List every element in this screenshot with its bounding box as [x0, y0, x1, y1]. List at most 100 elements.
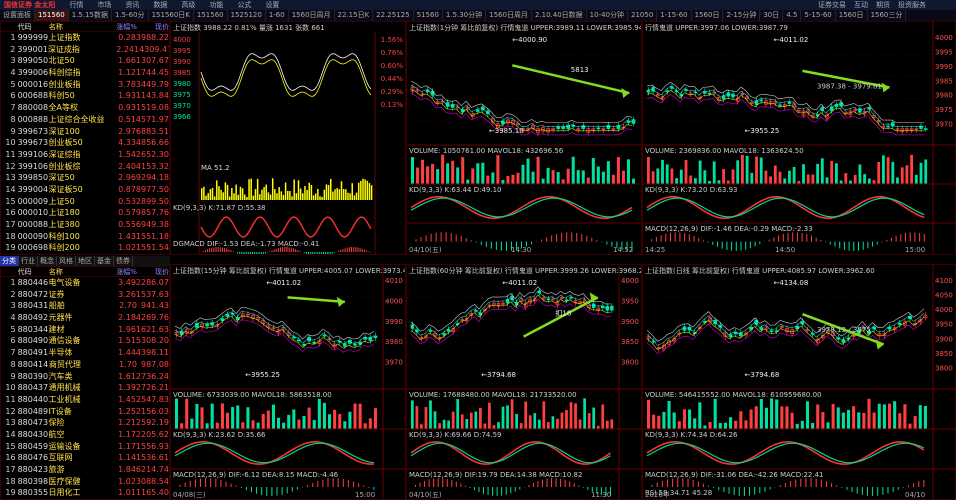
daily-kline-panel[interactable]: 上证指数(日线 筹比前复权) 行情鬼道 UPPER:4085.97 LOWER:… [642, 264, 956, 500]
list-item[interactable]: 15 000009 上证50 0.53 2899.50 [1, 196, 169, 208]
price-axis-label: 4010 [385, 277, 403, 285]
volume-bar [596, 166, 600, 184]
1min-kline-panel[interactable]: 上证指数(1分钟 筹比前复权) 行情鬼道 UPPER:3989.11 LOWER… [406, 21, 642, 255]
menu-item[interactable]: 高级 [181, 0, 195, 10]
volume-bar [373, 408, 377, 429]
list-item[interactable]: 11 880440 工业机械 1.45 2547.83 [1, 394, 169, 406]
volume-bar [800, 420, 804, 429]
layout-tab[interactable]: 151560日K [149, 10, 194, 21]
menu-item[interactable]: 证券交易 [818, 0, 846, 10]
layout-tab[interactable]: 4.5 [783, 10, 802, 21]
menu-item[interactable]: 资讯 [125, 0, 139, 10]
list-item[interactable]: 9 880390 汽车类 1.61 2736.24 [1, 371, 169, 383]
menu-item[interactable]: 投资服务 [898, 0, 926, 10]
list-item[interactable]: 8 880414 商贸代理 1.70 987.08 [1, 359, 169, 371]
list-item[interactable]: 11 399106 深证综指 1.54 2652.30 [1, 149, 169, 161]
layout-tab[interactable]: 21050 [628, 10, 658, 21]
list-item[interactable]: 14 880430 航空 1.17 2205.62 [1, 429, 169, 441]
60min-kline-panel[interactable]: 上证指数(60分钟 筹比前复权) 行情鬼道 UPPER:3999.26 LOWE… [406, 264, 642, 500]
layout-tab[interactable]: 1560日周月 [486, 10, 532, 21]
list-item[interactable]: 19 000698 科创200 1.02 1551.54 [1, 242, 169, 254]
list-item[interactable]: 18 000090 科创100 1.43 1551.18 [1, 231, 169, 243]
list-item[interactable]: 3 899050 北证50 1.66 1307.67 [1, 55, 169, 67]
volume-bar [877, 161, 881, 184]
volume-bar [688, 409, 692, 429]
layout-tab[interactable]: 151560 [194, 10, 228, 21]
list-item[interactable]: 20399303中证A1001.624524.48 [1, 254, 169, 255]
layout-tab[interactable]: 1560日 [692, 10, 724, 21]
intraday-chart-panel[interactable]: 上证指数 3988.22 0.81% 量涨 1631 张数 661 4000 399… [170, 21, 406, 255]
15min-kline-panel[interactable]: 上证指数(15分钟 筹比前复权) 行情鬼道 UPPER:4005.07 LOWE… [170, 264, 406, 500]
list-item[interactable]: 4 880492 元器件 2.18 4269.76 [1, 312, 169, 324]
layout-tab[interactable]: 30日 [760, 10, 784, 21]
list-item[interactable]: 5 000016 创业板指 3.78 3449.79 [1, 79, 169, 91]
list-item[interactable]: 19 880355 日用化工 1.01 1165.40 [1, 487, 169, 499]
layout-tab[interactable]: 2-15分钟 [723, 10, 761, 21]
layout-tab[interactable]: 1.5.30分钟 [443, 10, 487, 21]
list-item[interactable]: 12 399106 创业板综 2.40 4153.32 [1, 161, 169, 173]
layout-tab[interactable]: 1560日 [836, 10, 868, 21]
list-item[interactable]: 1 880446 电气设备 3.49 2286.07 [1, 277, 169, 289]
list-item[interactable]: 7 880008 全A等权 0.93 1519.08 [1, 102, 169, 114]
tab-region[interactable]: 地区 [76, 256, 95, 266]
menu-item[interactable]: 互动 [854, 0, 868, 10]
layout-tab[interactable]: 设置面板 [0, 10, 35, 21]
list-item[interactable]: 15 880459 运输设备 1.17 1556.93 [1, 441, 169, 453]
menu-item[interactable]: 市场 [97, 0, 111, 10]
menu-item[interactable]: 期货 [876, 0, 890, 10]
list-item[interactable]: 12 880489 IT设备 1.25 2156.03 [1, 406, 169, 418]
layout-tab[interactable]: 1560日周月 [289, 10, 335, 21]
tab-concept[interactable]: 概念 [38, 256, 57, 266]
volume-bar [304, 185, 306, 200]
list-item[interactable]: 4 399006 科创综指 1.12 1744.45 [1, 67, 169, 79]
list-item[interactable]: 13 399850 深证50 2.96 9294.18 [1, 172, 169, 184]
layout-tab[interactable]: 1-15-60 [657, 10, 692, 21]
layout-tab[interactable]: 51560 [414, 10, 443, 21]
list-item[interactable]: 7 880491 半导体 1.44 4398.11 [1, 347, 169, 359]
tab-style[interactable]: 风格 [57, 256, 76, 266]
list-item[interactable]: 18 880398 医疗保健 1.02 3088.54 [1, 476, 169, 488]
list-item[interactable]: 6 000688 科创50 1.93 1143.84 [1, 90, 169, 102]
layout-tab[interactable]: 22.25125 [373, 10, 414, 21]
volume-bar [266, 410, 270, 429]
tab-fund[interactable]: 基金 [95, 256, 114, 266]
menu-item[interactable]: 功能 [209, 0, 223, 10]
list-item[interactable]: 8 000888 上证综合全收益 0.51 4571.97 [1, 114, 169, 126]
5min-kline-panel[interactable]: 行情鬼道 UPPER:3997.06 LOWER:3987.79 ←4011.02… [642, 21, 956, 255]
layout-tab[interactable]: 1-60 [266, 10, 289, 21]
volume-bar [670, 168, 674, 184]
list-item[interactable]: 10 880437 通用机械 1.39 2726.21 [1, 382, 169, 394]
menu-item[interactable]: 公式 [237, 0, 251, 10]
tab-category[interactable]: 分类 [0, 256, 19, 266]
list-item[interactable]: 9 399673 深证100 2.97 6883.51 [1, 126, 169, 138]
list-item[interactable]: 2 399001 深证成指 2.24 14309.47 [1, 44, 169, 56]
list-item[interactable]: 10 399673 创业板50 4.33 4856.66 [1, 137, 169, 149]
layout-tab[interactable]: 5-15-60 [801, 10, 836, 21]
list-item[interactable]: 17 880423 旅游 1.84 6214.74 [1, 464, 169, 476]
layout-tab[interactable]: 1.5.15数据 [69, 10, 112, 21]
layout-tab[interactable]: 1525120 [228, 10, 266, 21]
list-item[interactable]: 13 880473 保险 1.21 2592.19 [1, 417, 169, 429]
menu-item[interactable]: 数据 [153, 0, 167, 10]
layout-tab[interactable]: 2.10.40日数据 [532, 10, 587, 21]
volume-bar [898, 413, 902, 429]
list-item[interactable]: 16 880476 互联网 1.14 1536.61 [1, 452, 169, 464]
list-item[interactable]: 2 880472 证券 3.26 1537.63 [1, 289, 169, 301]
list-item[interactable]: 17 000088 上证380 0.55 6949.38 [1, 219, 169, 231]
tab-bond[interactable]: 债券 [114, 256, 133, 266]
layout-tab[interactable]: 1.5-60分 [112, 10, 149, 21]
layout-tab[interactable]: 10-40分钟 [587, 10, 629, 21]
list-item[interactable]: 16 000010 上证180 0.57 9857.76 [1, 207, 169, 219]
menu-item[interactable]: 行情 [69, 0, 83, 10]
layout-tab[interactable]: 1560三分 [868, 10, 907, 21]
list-item[interactable]: 6 880490 通信设备 1.51 5308.20 [1, 335, 169, 347]
list-item[interactable]: 14 399004 深证板50 0.87 8977.50 [1, 184, 169, 196]
list-item[interactable]: 5 880344 建材 1.96 1621.63 [1, 324, 169, 336]
list-item[interactable]: 1 999999 上证指数 0.28 3988.22 [1, 32, 169, 44]
tab-industry[interactable]: 行业 [19, 256, 38, 266]
layout-tab[interactable]: 22.15日K [335, 10, 374, 21]
volume-bar [844, 173, 848, 184]
layout-tab[interactable]: 151560 [35, 10, 69, 21]
list-item[interactable]: 3 880431 船舶 2.70 941.43 [1, 300, 169, 312]
menu-item[interactable]: 设置 [265, 0, 279, 10]
